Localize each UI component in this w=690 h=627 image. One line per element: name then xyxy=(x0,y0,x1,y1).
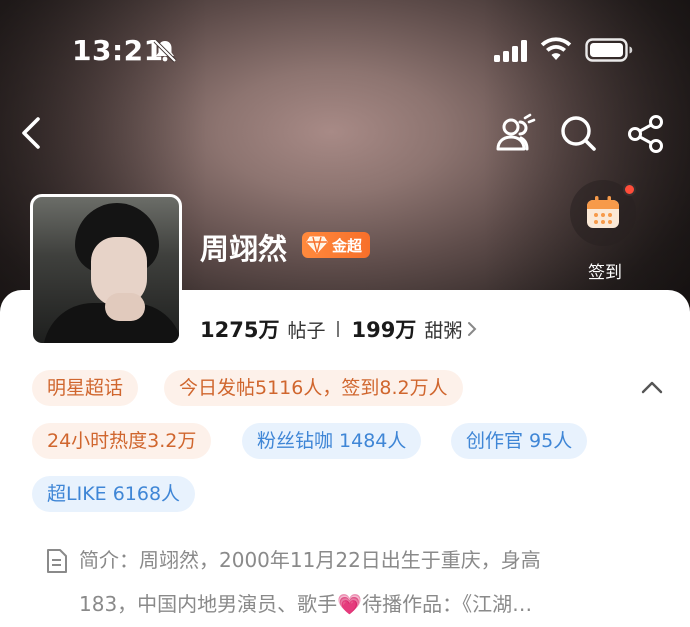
intro-text-part2: 待播作品：《江湖… xyxy=(362,592,533,616)
fans-count: 199万 xyxy=(351,318,417,342)
share-icon[interactable] xyxy=(626,113,666,155)
diamond-icon xyxy=(306,236,328,254)
intro-text-part1: 183，中国内地男演员、歌手 xyxy=(79,592,338,616)
tag-creators[interactable]: 创作官 95人 xyxy=(451,423,588,459)
avatar[interactable] xyxy=(30,194,182,346)
tag-daily-activity[interactable]: 今日发帖5116人，签到8.2万人 xyxy=(164,370,463,406)
gold-super-badge[interactable]: 金超 xyxy=(302,232,371,258)
checkin-label: 签到 xyxy=(588,263,622,283)
posts-count: 1275万 xyxy=(200,318,280,342)
signal-icon xyxy=(494,40,527,62)
group-chat-icon[interactable] xyxy=(494,113,536,155)
battery-icon xyxy=(585,38,633,62)
notification-dot xyxy=(623,183,636,196)
topic-stats[interactable]: 1275万 帖子 199万 甜粥 xyxy=(200,314,478,344)
back-icon[interactable] xyxy=(16,113,50,153)
tag-super-like[interactable]: 超LIKE 6168人 xyxy=(32,476,196,512)
posts-label: 帖子 xyxy=(287,320,326,342)
tag-star-topic[interactable]: 明星超话 xyxy=(32,370,139,406)
status-time: 13:21 xyxy=(72,34,164,67)
wifi-icon xyxy=(540,37,572,60)
tag-diamond-fans[interactable]: 粉丝钻咖 1484人 xyxy=(242,423,422,459)
topic-name: 周翊然 xyxy=(200,232,288,266)
calendar-icon xyxy=(587,196,619,228)
fans-label: 甜粥 xyxy=(424,320,463,342)
stats-divider xyxy=(337,321,340,337)
document-icon xyxy=(47,549,67,573)
chevron-up-icon[interactable] xyxy=(640,378,664,398)
status-bar: 13:21 xyxy=(0,0,690,100)
chevron-right-icon xyxy=(468,322,477,336)
heart-icon: 💗 xyxy=(337,592,363,616)
search-icon[interactable] xyxy=(558,113,598,155)
intro-text-line1: 简介：周翊然，2000年11月22日出生于重庆，身高 xyxy=(79,548,541,572)
checkin-button[interactable] xyxy=(570,180,636,246)
intro-text-line2: 183，中国内地男演员、歌手💗待播作品：《江湖… xyxy=(79,582,532,626)
badge-label: 金超 xyxy=(332,236,363,255)
tag-heat[interactable]: 24小时热度3.2万 xyxy=(32,423,212,459)
bell-slash-icon xyxy=(153,39,177,63)
top-navigation xyxy=(0,105,690,165)
